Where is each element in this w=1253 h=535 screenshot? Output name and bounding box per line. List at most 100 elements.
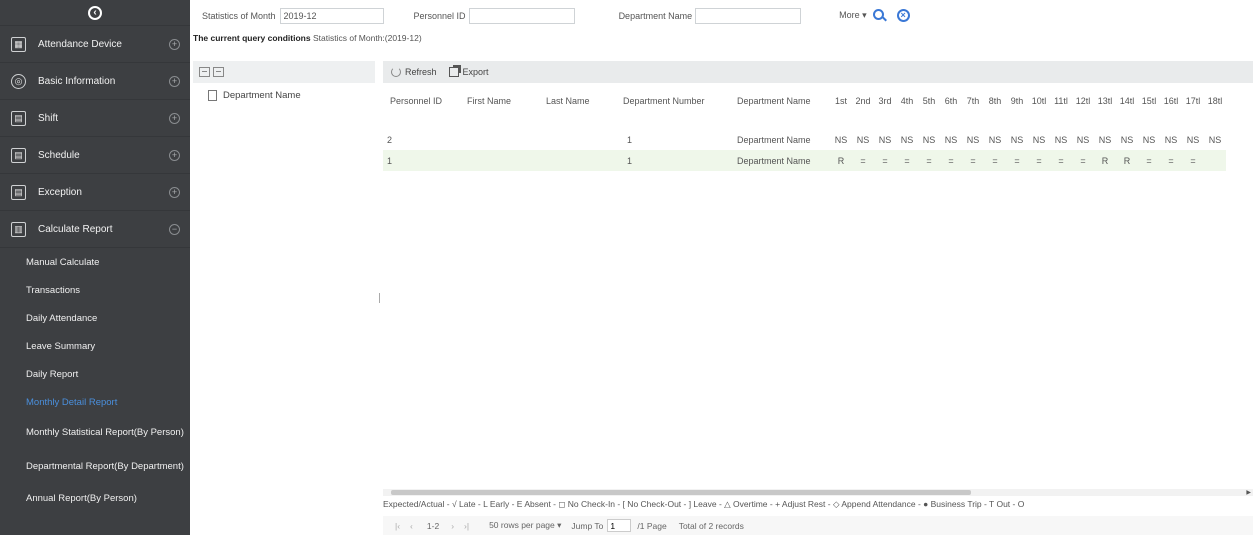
schedule-icon: ▤ [11,147,26,163]
expand-icon: + [169,186,180,198]
day-cell: R [1094,150,1116,171]
menu-attendance-device[interactable]: ▦ Attendance Device + [0,26,190,63]
day-header[interactable]: 3rd [874,83,896,119]
personnel-id-input[interactable] [468,7,575,24]
panel-splitter[interactable] [377,61,381,535]
scrollbar-thumb[interactable] [391,490,971,495]
submenu-transactions[interactable]: Transactions [0,276,190,304]
jump-to-input[interactable] [607,519,632,532]
day-header[interactable]: 15tl [1138,83,1160,119]
day-header[interactable]: 2nd [852,83,874,119]
submenu-manual-calculate[interactable]: Manual Calculate [0,248,190,276]
tree-node-label: Department Name [223,90,301,101]
tree-node-department[interactable]: Department Name [193,83,375,101]
day-header[interactable]: 10tl [1028,83,1050,119]
next-page-button[interactable]: › [451,521,454,531]
day-header[interactable]: 9th [1006,83,1028,119]
day-cell: NS [966,134,980,145]
horizontal-scrollbar[interactable]: ▶ [383,489,1253,496]
tree-toolbar [193,61,375,83]
collapse-all-icon[interactable] [213,67,224,77]
table-row[interactable]: 2 1 Department Name NS NS NS NS NS NS NS… [383,129,1226,150]
menu-label: Attendance Device [38,38,122,50]
submenu-monthly-detail-report[interactable]: Monthly Detail Report [0,388,190,416]
column-header[interactable]: Last Name [546,83,623,119]
menu-exception[interactable]: ▤ Exception + [0,174,190,211]
splitter-handle [378,293,380,303]
menu-label: Schedule [38,149,80,161]
day-cell: R [1116,150,1138,171]
scroll-right-icon[interactable]: ▶ [1246,489,1251,496]
menu-calculate-report[interactable]: ▥ Calculate Report − [0,211,190,248]
month-label: Statistics of Month [202,10,276,21]
day-cell: = [984,150,1006,171]
day-cell: NS [944,134,958,145]
expand-all-icon[interactable] [199,67,210,77]
month-input[interactable] [279,7,384,24]
prev-page-button[interactable]: ‹ [410,521,413,531]
expand-icon: + [169,75,180,87]
column-header[interactable]: Personnel ID [383,83,467,119]
department-name-input[interactable] [695,7,802,24]
device-icon: ▦ [11,36,26,52]
day-header[interactable]: 8th [984,83,1006,119]
report-table: Personnel ID First Name Last Name Depart… [383,83,1226,171]
shift-icon: ▤ [11,110,26,126]
day-cell: = [1028,150,1050,171]
table-row[interactable]: 1 1 Department Name R = = = = = = = = = … [383,150,1226,171]
table-cell: 2 [387,134,393,145]
exception-icon: ▤ [11,184,26,200]
table-cell [467,150,546,171]
sidebar: ‹ ▦ Attendance Device + ◎ Basic Informat… [0,0,190,535]
day-cell: NS [900,134,914,145]
menu-basic-information[interactable]: ◎ Basic Information + [0,63,190,100]
day-cell: NS [1032,134,1046,145]
day-header[interactable]: 12tl [1072,83,1094,119]
day-header[interactable]: 4th [896,83,918,119]
submenu-annual-report[interactable]: Annual Report(By Person) [0,484,190,512]
submenu-daily-attendance[interactable]: Daily Attendance [0,304,190,332]
day-header[interactable]: 11tl [1050,83,1072,119]
refresh-button[interactable]: Refresh [405,67,437,77]
last-page-button[interactable]: ›| [464,521,469,531]
menu-schedule[interactable]: ▤ Schedule + [0,137,190,174]
menu-shift[interactable]: ▤ Shift + [0,100,190,137]
submenu-monthly-statistical-report[interactable]: Monthly Statistical Report(By Person) [0,416,190,450]
day-cell: NS [856,134,870,145]
expand-icon: + [169,149,180,161]
jump-to-label: Jump To [571,520,604,531]
day-cell: = [918,150,940,171]
rows-per-page-select[interactable]: 50 rows per page ▾ [489,520,561,531]
day-header[interactable]: 16tl [1160,83,1182,119]
day-cell: NS [834,134,848,145]
table-cell [546,150,623,171]
day-header[interactable]: 5th [918,83,940,119]
day-header[interactable]: 1st [830,83,852,119]
day-header[interactable]: 13tl [1094,83,1116,119]
collapse-sidebar-button[interactable]: ‹ [0,0,190,26]
clear-icon[interactable]: × [896,9,910,22]
day-cell: NS [1120,134,1134,145]
day-header[interactable]: 6th [940,83,962,119]
column-header[interactable]: Department Number [623,83,737,119]
submenu-leave-summary[interactable]: Leave Summary [0,332,190,360]
report-grid: Refresh Export Personnel ID First Name L… [383,61,1253,535]
day-header[interactable]: 18tl [1204,83,1226,119]
submenu-daily-report[interactable]: Daily Report [0,360,190,388]
day-header[interactable]: 7th [962,83,984,119]
column-header[interactable]: Department Name [737,83,830,119]
day-header[interactable]: 17tl [1182,83,1204,119]
day-cell: NS [922,134,936,145]
search-icon[interactable] [872,8,887,23]
table-cell [467,129,546,150]
day-cell: NS [988,134,1002,145]
day-header[interactable]: 14tl [1116,83,1138,119]
first-page-button[interactable]: |‹ [395,521,400,531]
record-count: Total of 2 records [678,520,744,531]
more-button[interactable]: More ▾ [839,10,867,21]
submenu-departmental-report[interactable]: Departmental Report(By Department) [0,450,190,484]
export-button[interactable]: Export [463,67,489,77]
column-header[interactable]: First Name [467,83,546,119]
query-conditions-label: The current query conditions [193,33,311,43]
day-cell: = [874,150,896,171]
